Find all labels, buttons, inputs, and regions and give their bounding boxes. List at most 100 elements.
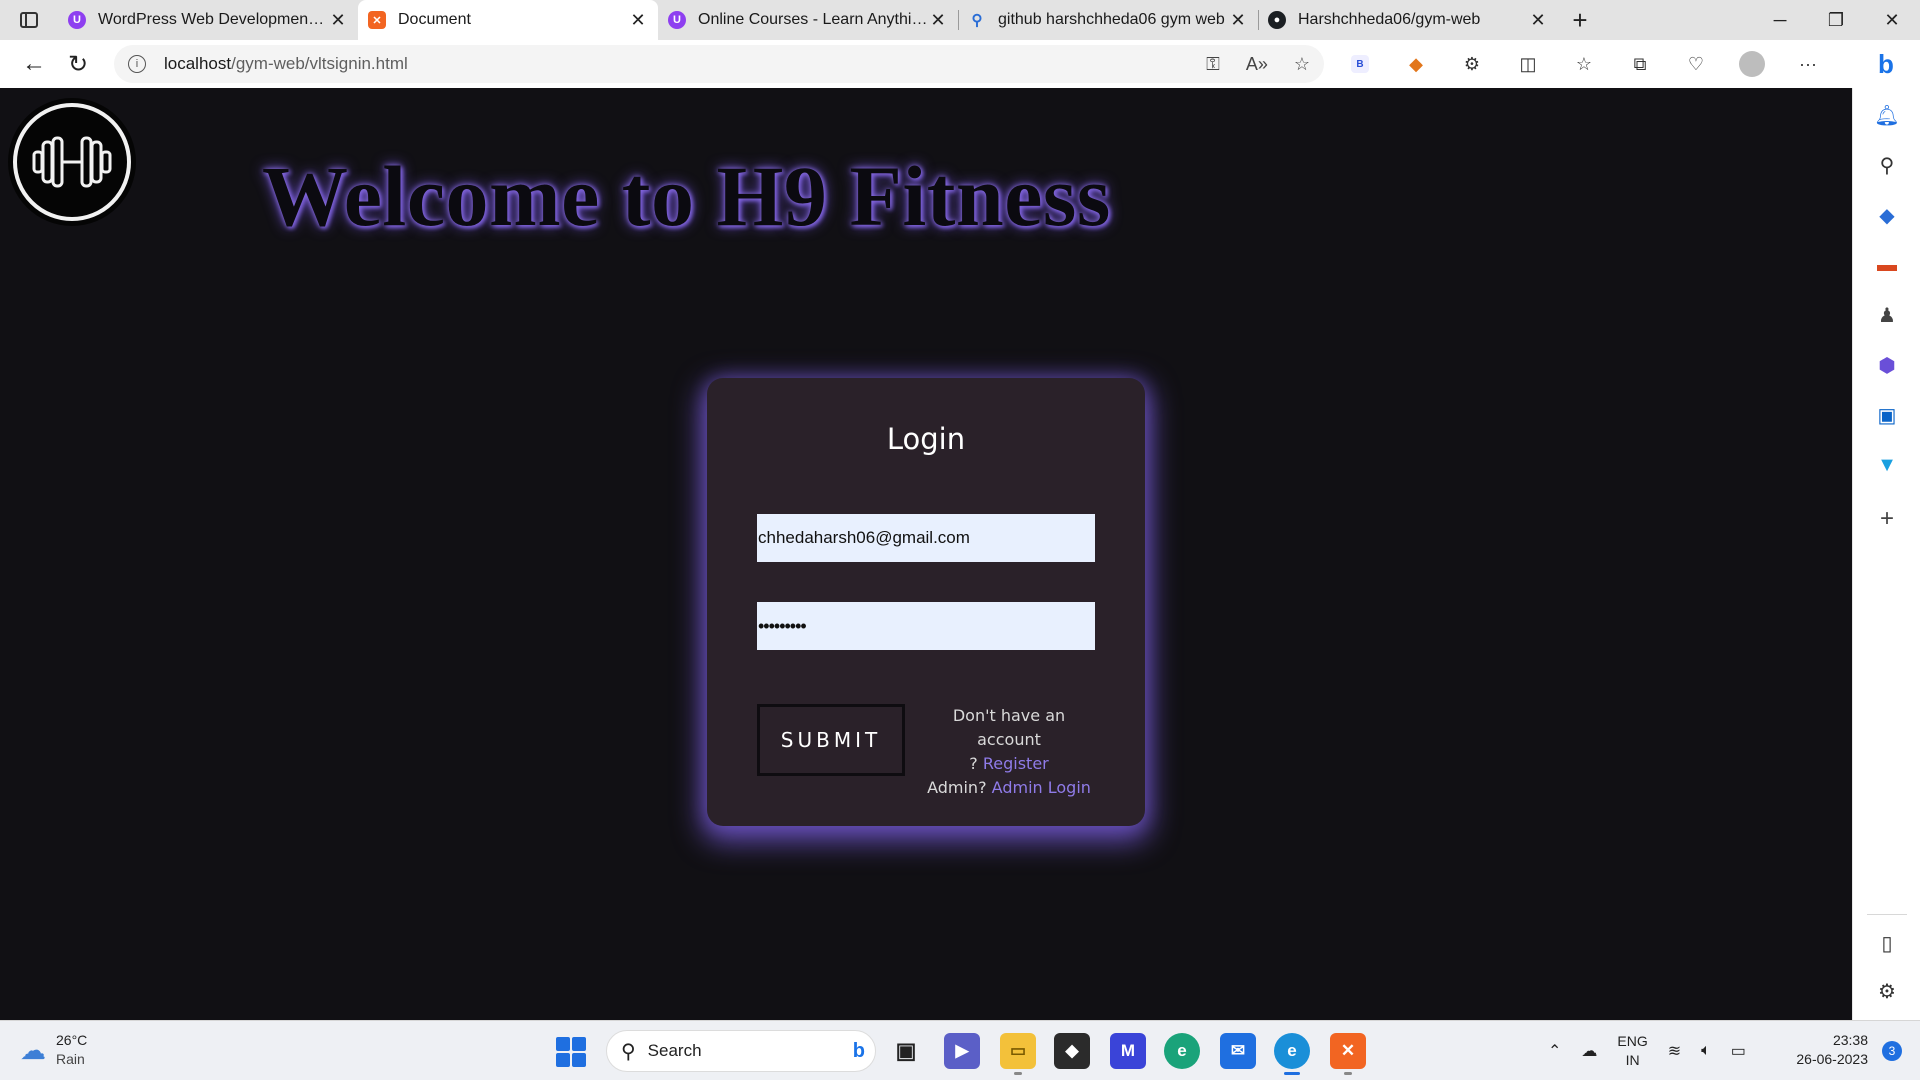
close-icon[interactable]: ✕: [1528, 10, 1548, 31]
outlook-icon[interactable]: ▣: [1853, 400, 1920, 430]
taskbar-search[interactable]: ⚲ Search b: [606, 1030, 876, 1072]
back-button[interactable]: ←: [12, 44, 56, 84]
weather-text: 26°C Rain: [56, 1031, 87, 1069]
restore-button[interactable]: ❐: [1808, 0, 1864, 40]
tab-title: Harshchheda06/gym-web: [1298, 11, 1481, 28]
xampp-icon: ✕: [368, 11, 386, 29]
info-icon[interactable]: i: [128, 55, 146, 73]
lang-top: ENG: [1617, 1033, 1648, 1049]
admin-login-link[interactable]: Admin Login: [992, 778, 1091, 797]
password-field[interactable]: •••••••••: [757, 602, 1095, 650]
refresh-button[interactable]: ↻: [56, 44, 100, 84]
tab-wordpress[interactable]: U WordPress Web Development Co ✕: [58, 0, 358, 40]
add-icon[interactable]: +: [1853, 504, 1920, 534]
task-view-icon[interactable]: ▣: [888, 1033, 924, 1069]
window-controls: ─ ❐ ✕: [1752, 0, 1920, 40]
system-tray: ⌃ ☁ ENG IN ≋ 🔈︎ ▭: [1548, 1021, 1746, 1080]
close-icon[interactable]: ✕: [628, 10, 648, 31]
windows-taskbar: ☁ 26°C Rain ⚲ Search b ▣ ▶ ▭ ◆ M e ✉ e ✕…: [0, 1020, 1920, 1080]
no-account-text: Don't have an account: [952, 706, 1066, 749]
close-icon[interactable]: ✕: [928, 10, 948, 31]
url-path: /gym-web/vltsignin.html: [231, 54, 408, 73]
address-bar[interactable]: i localhost/gym-web/vltsignin.html ⚿ A» …: [114, 45, 1324, 83]
question-mark: ?: [969, 754, 978, 773]
wifi-icon[interactable]: ≋: [1668, 1041, 1681, 1061]
login-title: Login: [886, 422, 966, 456]
login-card: Login chhedaharsh06@gmail.com ••••••••• …: [707, 378, 1145, 826]
admin-line: Admin? Admin Login: [919, 776, 1099, 800]
weather-widget[interactable]: ☁ 26°C Rain: [20, 1031, 87, 1069]
search-icon[interactable]: ⚲: [1853, 150, 1920, 180]
volume-icon[interactable]: 🔈︎: [1701, 1042, 1711, 1060]
drop-icon[interactable]: ▼: [1853, 450, 1920, 480]
page-title: Welcome to H9 Fitness: [262, 148, 1111, 244]
settings-icon[interactable]: ⚙: [1853, 976, 1920, 1006]
tab-document[interactable]: ✕ Document ✕: [358, 0, 658, 40]
teams-chat-icon[interactable]: ▶: [944, 1033, 980, 1069]
dumbbell-icon: [32, 136, 112, 188]
more-options-icon[interactable]: ···: [1790, 46, 1826, 82]
udemy-icon: U: [68, 11, 86, 29]
search-icon: ⚲: [621, 1040, 636, 1063]
extensions-icon[interactable]: ⚙: [1454, 46, 1490, 82]
rain-cloud-icon: ☁: [20, 1034, 46, 1065]
key-icon[interactable]: ⚿: [1206, 54, 1220, 75]
extension-b-icon[interactable]: B: [1342, 46, 1378, 82]
submit-button[interactable]: SUBMIT: [757, 704, 905, 776]
register-link[interactable]: Register: [983, 754, 1049, 773]
admin-text: Admin?: [927, 778, 987, 797]
notifications-icon[interactable]: 🔔︎: [1853, 100, 1920, 130]
onedrive-offline-icon[interactable]: ☁: [1581, 1041, 1597, 1061]
bing-chat-icon[interactable]: b: [1866, 44, 1906, 84]
favorite-star-icon[interactable]: ☆: [1294, 54, 1310, 75]
tab-title: WordPress Web Development Co: [98, 11, 328, 28]
email-field[interactable]: chhedaharsh06@gmail.com: [757, 514, 1095, 562]
close-icon[interactable]: ✕: [1228, 10, 1248, 31]
logo-ring: [13, 103, 131, 221]
gym-logo: [8, 98, 136, 226]
edge-active-icon[interactable]: e: [1274, 1033, 1310, 1075]
games-icon[interactable]: ♟: [1853, 300, 1920, 330]
tab-strip: U WordPress Web Development Co ✕ ✕ Docum…: [0, 0, 1920, 40]
url-host: localhost: [164, 54, 232, 73]
tab-github-repo[interactable]: ● Harshchheda06/gym-web ✕: [1258, 0, 1558, 40]
new-tab-button[interactable]: +: [1558, 0, 1602, 40]
metamask-icon[interactable]: ◆: [1398, 46, 1434, 82]
browser-essentials-icon[interactable]: ♡: [1678, 46, 1714, 82]
close-window-button[interactable]: ✕: [1864, 0, 1920, 40]
split-screen-icon[interactable]: ◫: [1510, 46, 1546, 82]
edge-icon[interactable]: e: [1164, 1033, 1200, 1069]
tab-title: Document: [398, 11, 471, 28]
profile-avatar[interactable]: [1734, 46, 1770, 82]
minimize-button[interactable]: ─: [1752, 0, 1808, 40]
favorites-icon[interactable]: ☆: [1566, 46, 1602, 82]
tools-icon[interactable]: ▬: [1853, 250, 1920, 280]
microsoft-365-icon[interactable]: ⬢: [1853, 350, 1920, 380]
unity-icon[interactable]: ◆: [1054, 1033, 1090, 1069]
read-aloud-icon[interactable]: A»: [1246, 54, 1268, 75]
file-explorer-icon[interactable]: ▭: [1000, 1033, 1036, 1075]
udemy-icon: U: [668, 11, 686, 29]
notification-badge[interactable]: 3: [1882, 1041, 1902, 1061]
tab-online-courses[interactable]: U Online Courses - Learn Anything, ✕: [658, 0, 958, 40]
tab-title: Online Courses - Learn Anything,: [698, 11, 928, 28]
sidebar-toggle-icon[interactable]: ▯: [1853, 928, 1920, 958]
mail-icon[interactable]: ✉: [1220, 1033, 1256, 1069]
page-viewport: Welcome to H9 Fitness Login chhedaharsh0…: [0, 88, 1852, 1020]
close-icon[interactable]: ✕: [328, 10, 348, 31]
start-button[interactable]: [556, 1037, 586, 1067]
clock-time: 23:38: [1832, 1032, 1868, 1048]
battery-icon[interactable]: ▭: [1731, 1041, 1746, 1061]
chevron-up-icon[interactable]: ⌃: [1548, 1041, 1561, 1061]
xampp-taskbar-icon[interactable]: ✕: [1330, 1033, 1366, 1075]
tab-github-search[interactable]: ⚲ github harshchheda06 gym web ✕: [958, 0, 1258, 40]
clock[interactable]: 23:38 26-06-2023: [1796, 1031, 1868, 1069]
language-indicator[interactable]: ENG IN: [1617, 1032, 1647, 1070]
address-bar-actions: ⚿ A» ☆: [1206, 54, 1310, 75]
browser-toolbar: ← ↻ i localhost/gym-web/vltsignin.html ⚿…: [0, 40, 1920, 88]
shopping-icon[interactable]: ◆: [1853, 200, 1920, 230]
tab-actions-button[interactable]: [0, 0, 58, 40]
vs-code-icon[interactable]: M: [1110, 1033, 1146, 1069]
collections-icon[interactable]: ⧉: [1622, 46, 1658, 82]
github-icon: ●: [1268, 11, 1286, 29]
